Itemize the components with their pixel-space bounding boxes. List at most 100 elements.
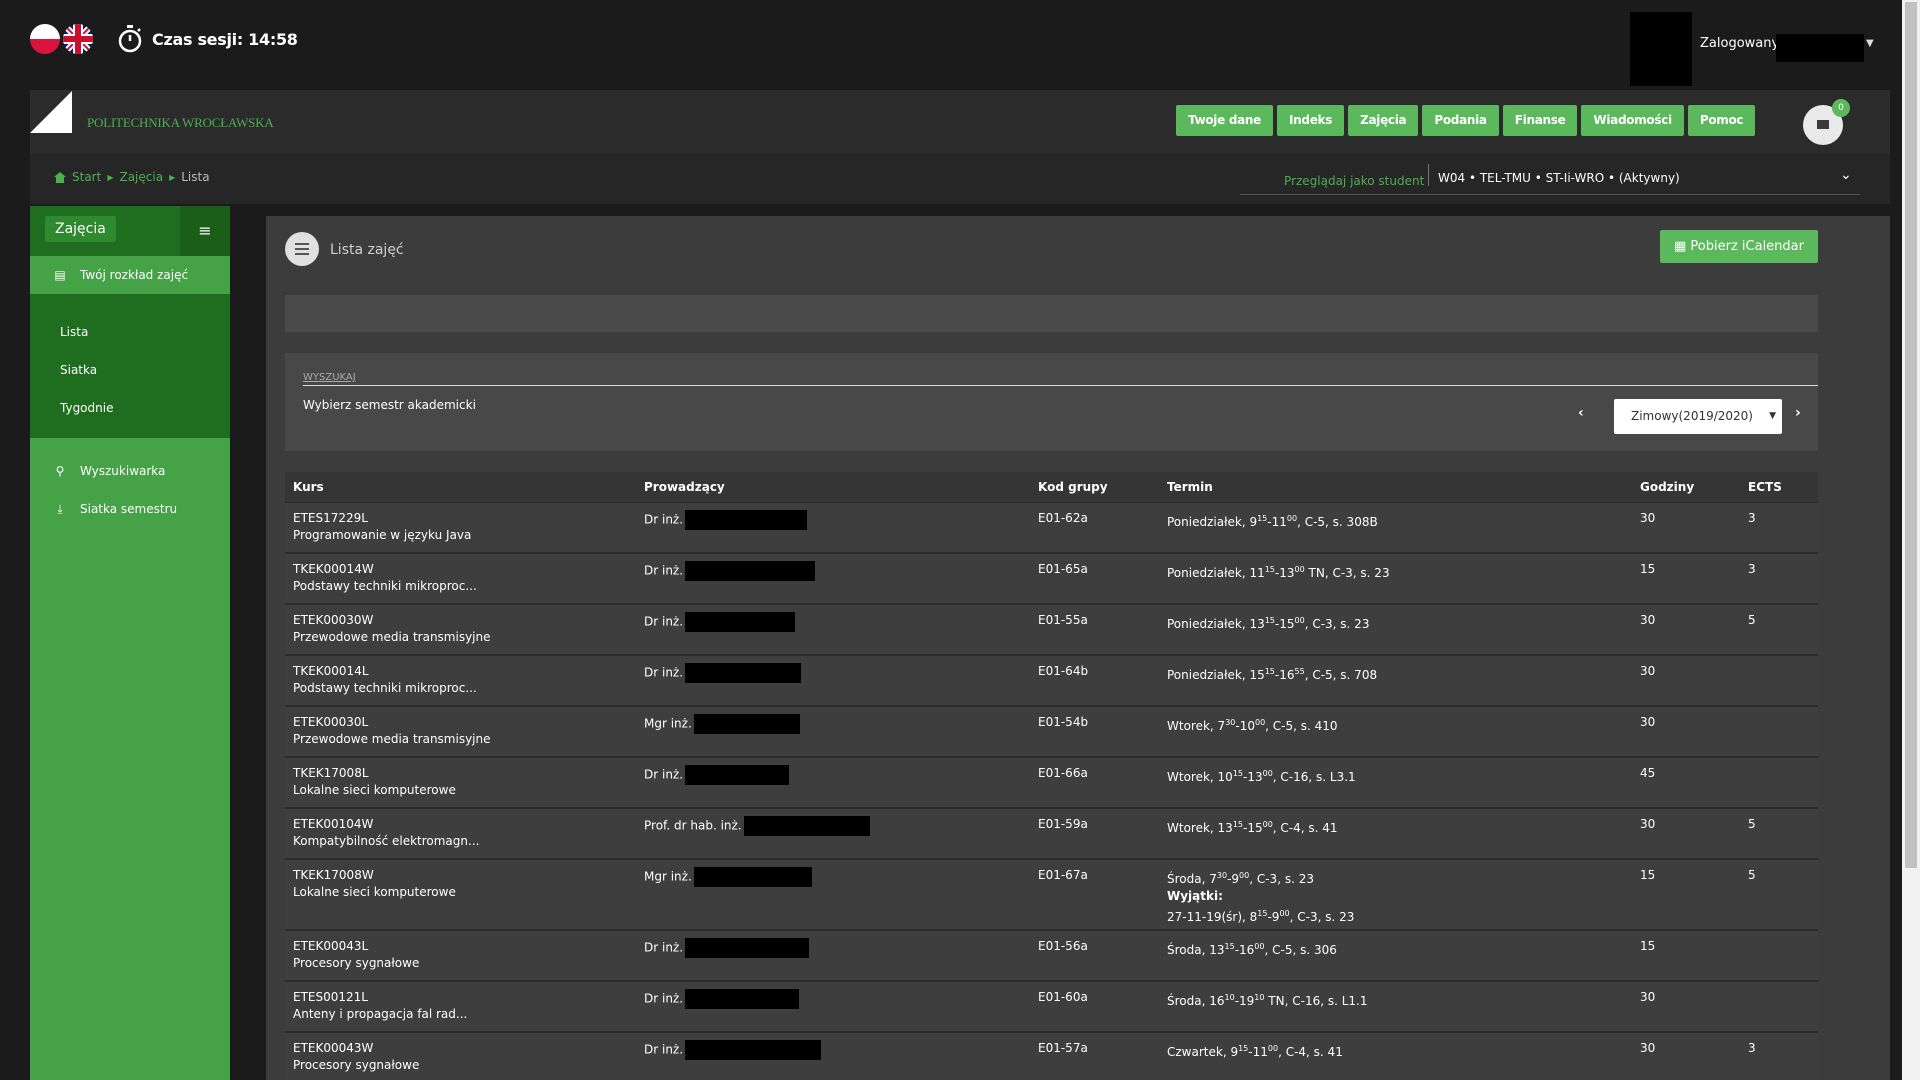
- scrollbar-thumb[interactable]: [1905, 2, 1917, 868]
- course-name[interactable]: Przewodowe media transmisyjne: [293, 731, 491, 748]
- time-minutes: 15: [1264, 616, 1275, 625]
- lecturer-cell: Dr inż.: [644, 510, 808, 530]
- lecturer-title: Mgr inż.: [644, 869, 692, 884]
- course-code[interactable]: TKEK17008W: [293, 867, 456, 884]
- next-semester-icon[interactable]: ›: [1795, 405, 1801, 421]
- sidebar-item-semester-grid[interactable]: ⤓ Siatka semestru: [30, 490, 230, 528]
- course-cell[interactable]: ETEK00104W Kompatybilność elektromagn...: [293, 816, 479, 850]
- lecturer-title: Dr inż.: [644, 665, 684, 680]
- previous-semester-icon[interactable]: ‹: [1578, 405, 1584, 421]
- course-code[interactable]: TKEK17008L: [293, 765, 456, 782]
- university-logo-icon[interactable]: [30, 91, 72, 133]
- course-name[interactable]: Anteny i propagacja fal rad...: [293, 1006, 467, 1023]
- nav-finanse[interactable]: Finanse: [1502, 105, 1578, 136]
- sidebar-item-schedule[interactable]: ▤ Twój rozkład zajęć: [30, 256, 230, 294]
- course-code[interactable]: ETES00121L: [293, 989, 467, 1006]
- course-name[interactable]: Kompatybilność elektromagn...: [293, 833, 479, 850]
- course-name[interactable]: Programowanie w języku Java: [293, 527, 471, 544]
- nav-zajecia[interactable]: Zajęcia: [1348, 105, 1419, 136]
- column-header-course[interactable]: Kurs: [293, 480, 324, 494]
- nav-twoje-dane[interactable]: Twoje dane: [1176, 105, 1273, 136]
- course-cell[interactable]: ETEK00043W Procesory sygnałowe: [293, 1040, 419, 1074]
- course-cell[interactable]: TKEK17008L Lokalne sieci komputerowe: [293, 765, 456, 799]
- table-row: ETES00121L Anteny i propagacja fal rad...…: [285, 981, 1818, 1032]
- course-code[interactable]: ETEK00043L: [293, 938, 419, 955]
- course-cell[interactable]: ETEK00030W Przewodowe media transmisyjne: [293, 612, 491, 646]
- term-cell: Poniedziałek, 1115-1300 TN, C-3, s. 23: [1167, 561, 1390, 582]
- course-code[interactable]: ETES17229L: [293, 510, 471, 527]
- university-name[interactable]: POLITECHNIKA WROCŁAWSKA: [87, 115, 274, 131]
- sidebar-item-siatka[interactable]: Siatka: [60, 363, 97, 377]
- hours-value: 30: [1640, 664, 1656, 678]
- column-header-ects[interactable]: ECTS: [1748, 480, 1782, 494]
- chevron-down-icon[interactable]: ⌄: [1840, 167, 1852, 183]
- lecturer-title: Dr inż.: [644, 767, 684, 782]
- column-header-lecturer[interactable]: Prowadzący: [644, 480, 725, 494]
- course-cell[interactable]: TKEK00014W Podstawy techniki mikroproc...: [293, 561, 477, 595]
- course-code[interactable]: ETEK00030L: [293, 714, 491, 731]
- breadcrumb-start[interactable]: Start: [72, 170, 101, 184]
- course-cell[interactable]: ETES00121L Anteny i propagacja fal rad...: [293, 989, 467, 1023]
- sidebar-item-tygodnie[interactable]: Tygodnie: [60, 401, 113, 415]
- course-code[interactable]: ETEK00043W: [293, 1040, 419, 1057]
- course-name[interactable]: Procesory sygnałowe: [293, 1057, 419, 1074]
- term-end: -10: [1235, 719, 1255, 733]
- course-name[interactable]: Podstawy techniki mikroproc...: [293, 680, 477, 697]
- course-cell[interactable]: TKEK00014L Podstawy techniki mikroproc...: [293, 663, 477, 697]
- sidebar-submenu: Lista Siatka Tygodnie: [30, 294, 230, 438]
- course-code[interactable]: TKEK00014L: [293, 663, 477, 680]
- column-header-hours[interactable]: Godziny: [1640, 480, 1694, 494]
- chevron-down-icon: ▼: [1769, 411, 1776, 421]
- polish-flag-icon[interactable]: [30, 24, 60, 54]
- user-menu-caret-icon[interactable]: ▼: [1866, 38, 1874, 49]
- course-cell[interactable]: ETEK00030L Przewodowe media transmisyjne: [293, 714, 491, 748]
- lecturer-cell: Dr inż.: [644, 989, 800, 1009]
- term-day: Wtorek, 7: [1167, 719, 1226, 733]
- course-cell[interactable]: ETEK00043L Procesory sygnałowe: [293, 938, 419, 972]
- course-name[interactable]: Lokalne sieci komputerowe: [293, 884, 456, 901]
- lecturer-title: Dr inż.: [644, 614, 684, 629]
- term-end: -19: [1234, 994, 1255, 1008]
- course-cell[interactable]: TKEK17008W Lokalne sieci komputerowe: [293, 867, 456, 901]
- download-icalendar-button[interactable]: ▦ Pobierz iCalendar: [1660, 230, 1818, 263]
- column-header-group[interactable]: Kod grupy: [1038, 480, 1108, 494]
- sidebar-title[interactable]: Zajęcia: [45, 216, 116, 242]
- course-name[interactable]: Przewodowe media transmisyjne: [293, 629, 491, 646]
- menu-toggle-icon[interactable]: ≡: [180, 206, 230, 256]
- table-row: TKEK00014L Podstawy techniki mikroproc...…: [285, 655, 1818, 706]
- course-code[interactable]: TKEK00014W: [293, 561, 477, 578]
- nav-podania[interactable]: Podania: [1422, 105, 1499, 136]
- group-code: E01-67a: [1038, 868, 1088, 882]
- course-code[interactable]: ETEK00030W: [293, 612, 491, 629]
- column-header-term[interactable]: Termin: [1167, 480, 1213, 494]
- semester-select[interactable]: Zimowy(2019/2020) ▼: [1614, 399, 1782, 434]
- uk-flag-icon[interactable]: [63, 24, 93, 54]
- button-label: Pobierz iCalendar: [1690, 239, 1804, 254]
- course-name[interactable]: Podstawy techniki mikroproc...: [293, 578, 477, 595]
- breadcrumb-zajecia[interactable]: Zajęcia: [119, 170, 163, 184]
- nav-wiadomosci[interactable]: Wiadomości: [1581, 105, 1684, 136]
- ects-value: 5: [1748, 868, 1756, 882]
- page-scrollbar[interactable]: [1902, 0, 1920, 1080]
- lecturer-name-redacted: [685, 510, 808, 530]
- course-cell[interactable]: ETES17229L Programowanie w języku Java: [293, 510, 471, 544]
- student-program-select[interactable]: W04 • TEL-TMU • ST-Ii-WRO • (Aktywny): [1438, 171, 1680, 185]
- table-row: TKEK00014W Podstawy techniki mikroproc...…: [285, 553, 1818, 604]
- time-minutes: 15: [1257, 514, 1268, 523]
- home-icon[interactable]: [54, 171, 66, 183]
- search-legend: WYSZUKAJ: [303, 372, 356, 383]
- nav-indeks[interactable]: Indeks: [1277, 105, 1345, 136]
- course-name[interactable]: Lokalne sieci komputerowe: [293, 782, 456, 799]
- term-cell: Wtorek, 730-1000, C-5, s. 410: [1167, 714, 1338, 735]
- course-code[interactable]: ETEK00104W: [293, 816, 479, 833]
- semester-label: Wybierz semestr akademicki: [303, 398, 476, 412]
- course-name[interactable]: Procesory sygnałowe: [293, 955, 419, 972]
- nav-pomoc[interactable]: Pomoc: [1687, 105, 1756, 136]
- sidebar-item-lista[interactable]: Lista: [60, 325, 88, 339]
- sidebar-item-search[interactable]: ⚲ Wyszukiwarka: [30, 452, 230, 490]
- lecturer-cell: Mgr inż.: [644, 714, 800, 734]
- hours-value: 15: [1640, 868, 1656, 882]
- term-end: -9: [1227, 872, 1240, 886]
- term-room: , C-4, s. 41: [1272, 821, 1338, 835]
- user-name-redacted[interactable]: [1776, 34, 1864, 62]
